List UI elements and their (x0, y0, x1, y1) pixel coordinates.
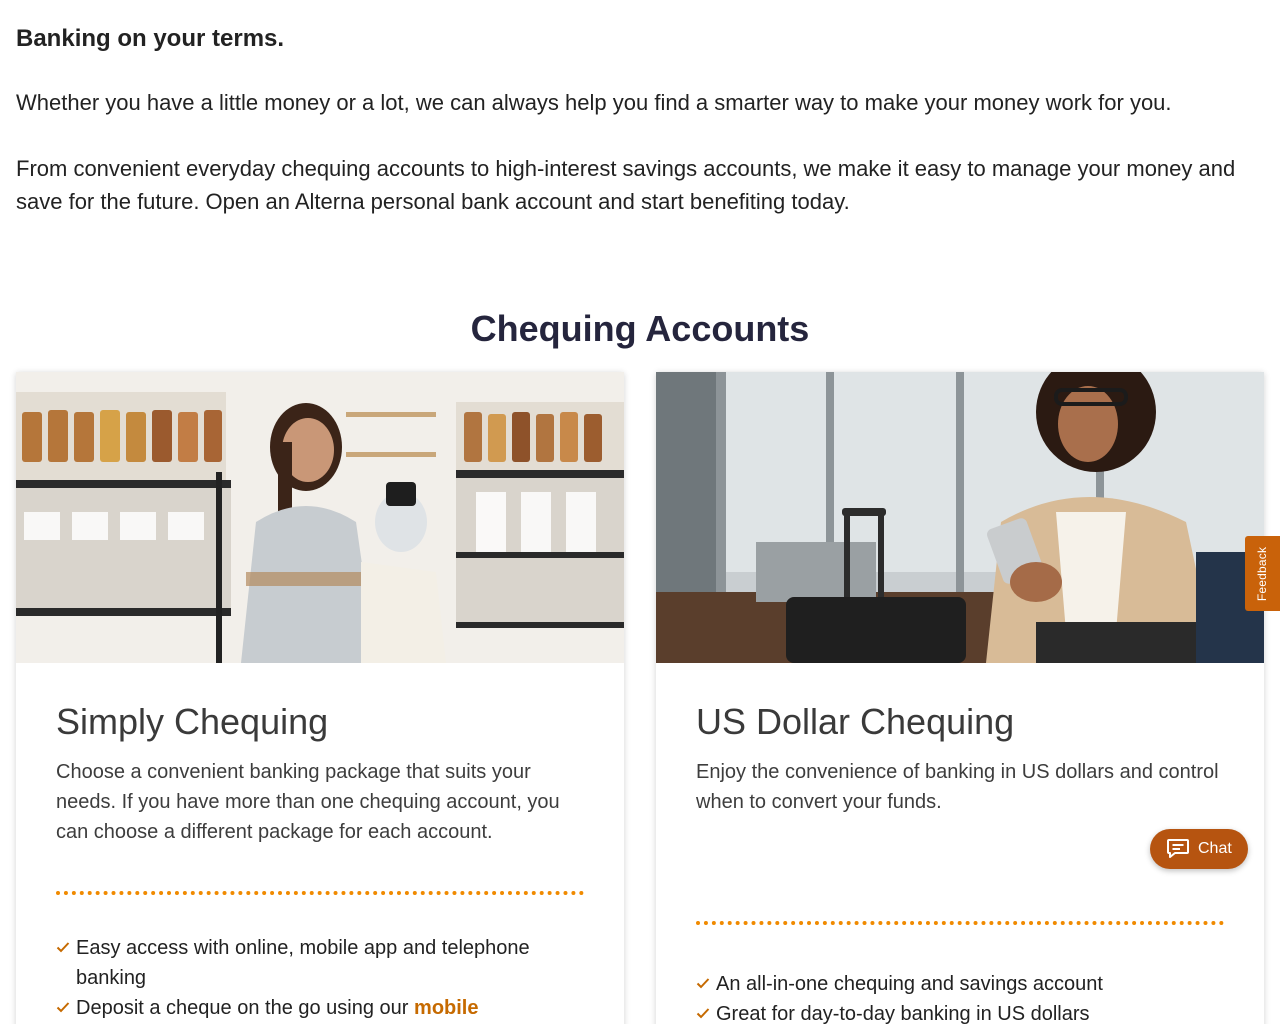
feature-list: Easy access with online, mobile app and … (56, 933, 584, 1023)
feedback-tab[interactable]: Feedback (1245, 536, 1280, 611)
check-icon (56, 1002, 70, 1013)
card-title: Simply Chequing (56, 701, 329, 742)
card-image-shopping-woman (16, 372, 624, 663)
feature-item: An all-in-one chequing and savings accou… (696, 969, 1224, 999)
intro-section: Banking on your terms. Whether you have … (16, 20, 1266, 218)
check-icon (696, 978, 710, 989)
feature-text: Easy access with online, mobile app and … (76, 937, 530, 989)
feature-list: An all-in-one chequing and savings accou… (696, 969, 1224, 1024)
feature-item: Great for day-to-day banking in US dolla… (696, 999, 1224, 1024)
section-title: Chequing Accounts (470, 308, 810, 349)
feature-item: Deposit a cheque on the go using our mob… (56, 993, 584, 1023)
feedback-label: Feedback (1255, 546, 1270, 601)
check-icon (696, 1008, 710, 1019)
card-description: Enjoy the convenience of banking in US d… (696, 761, 1219, 813)
check-icon (56, 942, 70, 953)
feature-item: Easy access with online, mobile app and … (56, 933, 584, 993)
dotted-divider (56, 891, 584, 895)
account-card-us-dollar-chequing: US Dollar Chequing Enjoy the convenience… (656, 372, 1264, 1024)
chat-button[interactable]: Chat (1150, 829, 1248, 869)
chat-label: Chat (1198, 840, 1232, 857)
dotted-divider (696, 921, 1224, 925)
card-image-traveler-woman (656, 372, 1264, 663)
card-description: Choose a convenient banking package that… (56, 761, 560, 843)
card-title: US Dollar Chequing (696, 701, 1015, 742)
mobile-deposit-link[interactable]: mobile (414, 997, 478, 1019)
intro-heading: Banking on your terms. (16, 25, 285, 52)
chat-bubble-icon (1167, 839, 1189, 858)
feature-text: Great for day-to-day banking in US dolla… (716, 1003, 1090, 1024)
account-card-simply-chequing: Simply Chequing Choose a convenient bank… (16, 372, 624, 1024)
feature-text: An all-in-one chequing and savings accou… (716, 973, 1103, 995)
intro-paragraph: Whether you have a little money or a lot… (16, 90, 1172, 115)
feature-text: Deposit a cheque on the go using our (76, 997, 415, 1019)
intro-paragraph: From convenient everyday chequing accoun… (16, 156, 1236, 214)
